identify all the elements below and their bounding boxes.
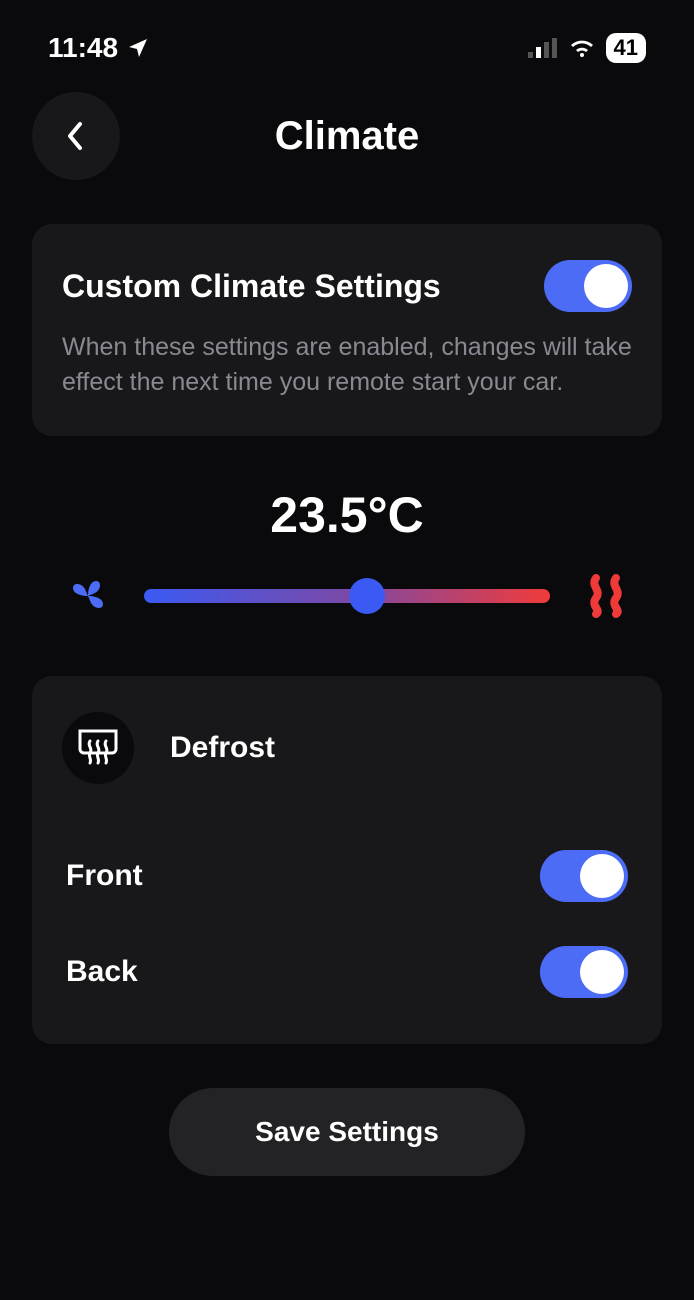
fan-icon <box>64 572 112 620</box>
temperature-slider[interactable] <box>144 589 550 603</box>
defrost-front-toggle[interactable] <box>540 850 628 902</box>
temperature-display: 23.5°C <box>0 486 694 544</box>
custom-settings-toggle[interactable] <box>544 260 632 312</box>
custom-settings-card: Custom Climate Settings When these setti… <box>32 224 662 436</box>
defrost-back-label: Back <box>66 955 138 989</box>
status-right: 41 <box>528 33 646 63</box>
battery-indicator: 41 <box>606 33 646 63</box>
defrost-front-row: Front <box>62 828 632 924</box>
status-left: 11:48 <box>48 32 150 64</box>
defrost-icon-wrap <box>62 712 134 784</box>
custom-settings-description: When these settings are enabled, changes… <box>62 330 632 400</box>
cellular-icon <box>528 38 558 58</box>
nav-header: Climate <box>0 74 694 204</box>
defrost-header: Defrost <box>62 712 632 784</box>
defrost-title: Defrost <box>170 731 275 765</box>
chevron-left-icon <box>66 120 86 152</box>
temperature-slider-thumb[interactable] <box>349 578 385 614</box>
defrost-back-row: Back <box>62 924 632 1020</box>
status-time: 11:48 <box>48 32 118 64</box>
defrost-back-toggle[interactable] <box>540 946 628 998</box>
wifi-icon <box>568 37 596 59</box>
defrost-front-label: Front <box>66 859 143 893</box>
custom-settings-title: Custom Climate Settings <box>62 268 441 305</box>
card-header-row: Custom Climate Settings <box>62 260 632 312</box>
battery-level: 41 <box>614 35 638 61</box>
page-title: Climate <box>275 114 420 159</box>
status-bar: 11:48 41 <box>0 0 694 74</box>
back-button[interactable] <box>32 92 120 180</box>
temperature-slider-row <box>0 544 694 640</box>
defrost-card: Defrost Front Back <box>32 676 662 1044</box>
save-settings-button[interactable]: Save Settings <box>169 1088 525 1176</box>
heat-icon <box>582 572 630 620</box>
location-icon <box>126 36 150 60</box>
defrost-icon <box>76 727 120 769</box>
